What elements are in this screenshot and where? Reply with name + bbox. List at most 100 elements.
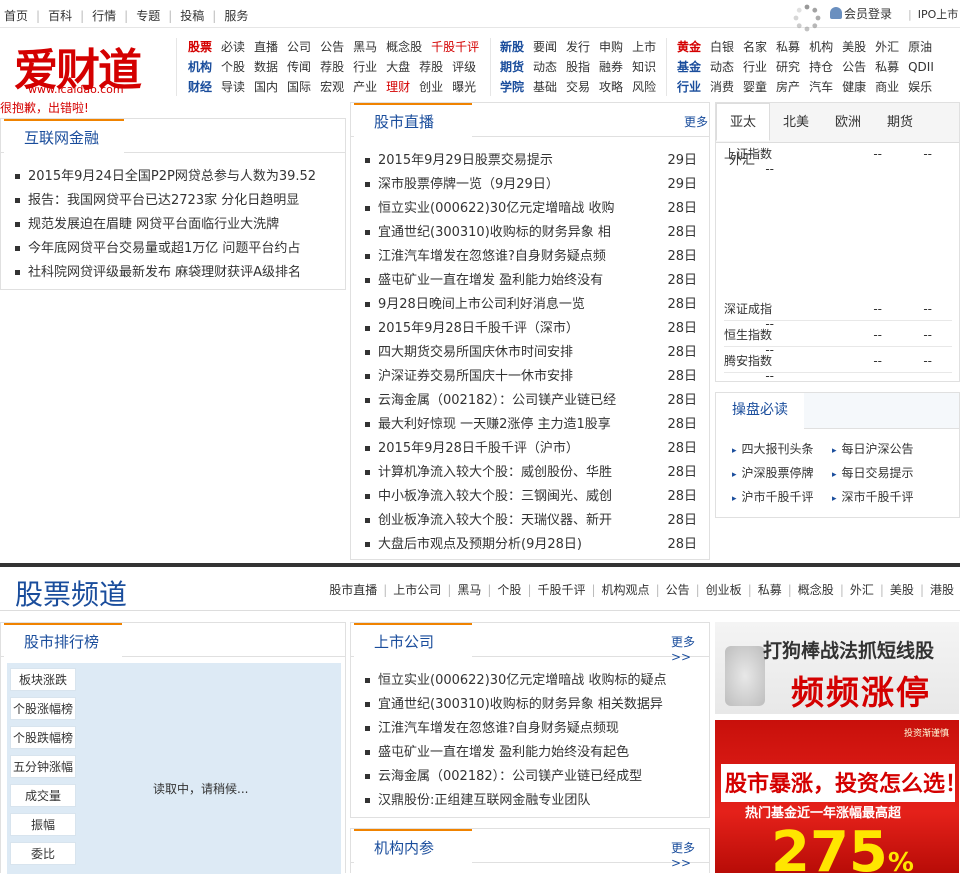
channel-link[interactable]: 个股 [497, 583, 521, 597]
news-title[interactable]: 创业板净流入较大个股：天瑞仪器、新开 [378, 513, 612, 528]
list-item[interactable]: 29日 深市股票停牌一览（9月29日） [365, 173, 697, 197]
nav-link[interactable]: 私募 [875, 57, 899, 77]
nav-category[interactable]: 财经 [188, 77, 212, 97]
nav-link[interactable]: 房产 [776, 77, 800, 97]
channel-link[interactable]: 机构观点 [602, 583, 650, 597]
list-item[interactable]: 28日 恒立实业(000622)30亿元定增暗战 收购 [365, 197, 697, 221]
news-title[interactable]: 盛屯矿业一直在增发 盈利能力始终没有 [378, 273, 603, 288]
index-row[interactable]: 上证指数 -- ---- [724, 145, 952, 176]
list-item[interactable]: 28日 沪深证券交易所国庆十一休市安排 [365, 365, 697, 389]
news-title[interactable]: 江淮汽车增发在忽悠谁?自身财务疑点频现 [378, 721, 619, 736]
guide-item[interactable]: ▸ 沪深股票停牌 [732, 461, 832, 485]
nav-link[interactable]: 传闻 [287, 57, 311, 77]
member-login[interactable]: 会员登录 [830, 5, 892, 22]
topnav-item[interactable]: 服务 [224, 9, 248, 23]
topnav-item[interactable]: 首页 [4, 9, 28, 23]
news-title[interactable]: 9月28日晚间上市公司利好消息一览 [378, 297, 585, 312]
list-item[interactable]: 宜通世纪(300310)收购标的财务异象 相关数据异 [365, 693, 701, 717]
guide-link[interactable]: 沪市千股千评 [742, 490, 814, 504]
news-title[interactable]: 计算机净流入较大个股：威创股份、华胜 [378, 465, 612, 480]
channel-link[interactable]: 概念股 [798, 583, 834, 597]
channel-link[interactable]: 美股 [890, 583, 914, 597]
topnav-item[interactable]: 行情 [92, 9, 116, 23]
news-title[interactable]: 恒立实业(000622)30亿元定增暗战 收购 [378, 201, 614, 216]
list-item[interactable]: 28日 中小板净流入较大个股：三钢闽光、威创 [365, 485, 697, 509]
index-name[interactable]: 腾安指数 [724, 352, 832, 369]
topnav-item[interactable]: 百科 [48, 9, 72, 23]
ad-banner-funds[interactable]: 投资渐谨慎 股市暴涨，投资怎么选！ 热门基金近一年涨幅最高超 275% [715, 720, 960, 885]
inst-more-link[interactable]: 更多>> [671, 839, 709, 870]
market-tab[interactable]: 期货 [874, 104, 926, 142]
nav-link[interactable]: 行业 [353, 57, 377, 77]
news-title[interactable]: 2015年9月28日千股千评（沪市） [378, 441, 579, 456]
news-title[interactable]: 盛屯矿业一直在增发 盈利能力始终没有起色 [378, 745, 629, 760]
inst-title[interactable]: 机构内参 [354, 829, 472, 863]
news-title[interactable]: 2015年9月29日股票交易提示 [378, 153, 553, 168]
nav-link[interactable]: 公告 [320, 37, 344, 57]
list-item[interactable]: 28日 云海金属（002182）：公司镁产业链已经 [365, 389, 697, 413]
nav-link[interactable]: 外汇 [875, 37, 899, 57]
news-title[interactable]: 大盘后市观点及预期分析(9月28日) [378, 537, 582, 552]
companies-more-link[interactable]: 更多>> [671, 633, 709, 664]
index-name[interactable]: 上证指数 [724, 145, 832, 162]
nav-link[interactable]: 必读 [221, 37, 245, 57]
list-item[interactable]: 28日 大盘后市观点及预期分析(9月28日) [365, 533, 697, 557]
news-title[interactable]: 恒立实业(000622)30亿元定增暗战 收购标的疑点 [378, 673, 666, 688]
guide-item[interactable]: ▸ 每日交易提示 [832, 461, 942, 485]
nav-link[interactable]: 公司 [287, 37, 311, 57]
nav-category[interactable]: 股票 [188, 37, 212, 57]
nav-link[interactable]: 动态 [533, 57, 557, 77]
nav-category[interactable]: 新股 [500, 37, 524, 57]
ranking-tab[interactable]: 个股涨幅榜 [10, 697, 76, 720]
nav-link[interactable]: 产业 [353, 77, 377, 97]
nav-link[interactable]: 荐股 [419, 57, 443, 77]
list-item[interactable]: 28日 创业板净流入较大个股：天瑞仪器、新开 [365, 509, 697, 533]
news-title[interactable]: 云海金属（002182）：公司镁产业链已经成型 [378, 769, 642, 784]
nav-category[interactable]: 黄金 [677, 37, 701, 57]
nav-category[interactable]: 期货 [500, 57, 524, 77]
guide-item[interactable]: ▸ 每日沪深公告 [832, 437, 942, 461]
ranking-title[interactable]: 股市排行榜 [4, 623, 122, 657]
nav-link[interactable]: 大盘 [386, 57, 410, 77]
nav-link[interactable]: 原油 [908, 37, 932, 57]
channel-link[interactable]: 千股千评 [537, 583, 585, 597]
list-item[interactable]: 2015年9月24日全国P2P网贷总参与人数为39.52 [15, 165, 341, 189]
nav-link[interactable]: 宏观 [320, 77, 344, 97]
list-item[interactable]: 28日 四大期货交易所国庆休市时间安排 [365, 341, 697, 365]
nav-link[interactable]: 动态 [710, 57, 734, 77]
news-title[interactable]: 2015年9月28日千股千评（深市） [378, 321, 579, 336]
list-item[interactable]: 28日 计算机净流入较大个股：威创股份、华胜 [365, 461, 697, 485]
topnav-item[interactable]: 投稿 [180, 9, 204, 23]
nav-link[interactable]: 曝光 [452, 77, 476, 97]
index-name[interactable]: 恒生指数 [724, 326, 832, 343]
nav-link[interactable]: 名家 [743, 37, 767, 57]
companies-title[interactable]: 上市公司 [354, 623, 472, 657]
nav-link[interactable]: 导读 [221, 77, 245, 97]
nav-link[interactable]: 概念股 [386, 37, 422, 57]
news-title[interactable]: 深市股票停牌一览（9月29日） [378, 177, 559, 192]
nav-link[interactable]: 荐股 [320, 57, 344, 77]
site-logo[interactable]: 爱财道 www.icaidao.com [12, 34, 172, 100]
ranking-tab[interactable]: 成交量 [10, 784, 76, 807]
list-item[interactable]: 社科院网贷评级最新发布 麻袋理财获评A级排名 [15, 261, 341, 285]
list-item[interactable]: 28日 盛屯矿业一直在增发 盈利能力始终没有 [365, 269, 697, 293]
ranking-tab[interactable]: 板块涨跌 [10, 668, 76, 691]
nav-link[interactable]: 直播 [254, 37, 278, 57]
nav-link[interactable]: 商业 [875, 77, 899, 97]
list-item[interactable]: 恒立实业(000622)30亿元定增暗战 收购标的疑点 [365, 669, 701, 693]
nav-link[interactable]: 持仓 [809, 57, 833, 77]
market-tab[interactable]: 北美 [770, 104, 822, 142]
channel-link[interactable]: 外汇 [850, 583, 874, 597]
ranking-tab[interactable]: 个股跌幅榜 [10, 726, 76, 749]
nav-link[interactable]: 国际 [287, 77, 311, 97]
news-title[interactable]: 江淮汽车增发在忽悠谁?自身财务疑点频 [378, 249, 606, 264]
market-tab[interactable]: 亚太 [716, 103, 771, 141]
ranking-tab[interactable]: 振幅 [10, 813, 76, 836]
news-title[interactable]: 最大利好惊现 一天赚2涨停 主力造1股享 [378, 417, 611, 432]
guide-item[interactable]: ▸ 深市千股千评 [832, 485, 942, 509]
nav-link[interactable]: 汽车 [809, 77, 833, 97]
channel-link[interactable]: 股市直播 [329, 583, 377, 597]
guide-link[interactable]: 每日沪深公告 [842, 442, 914, 456]
nav-link[interactable]: 风险 [632, 77, 656, 97]
nav-link[interactable]: 融券 [599, 57, 623, 77]
